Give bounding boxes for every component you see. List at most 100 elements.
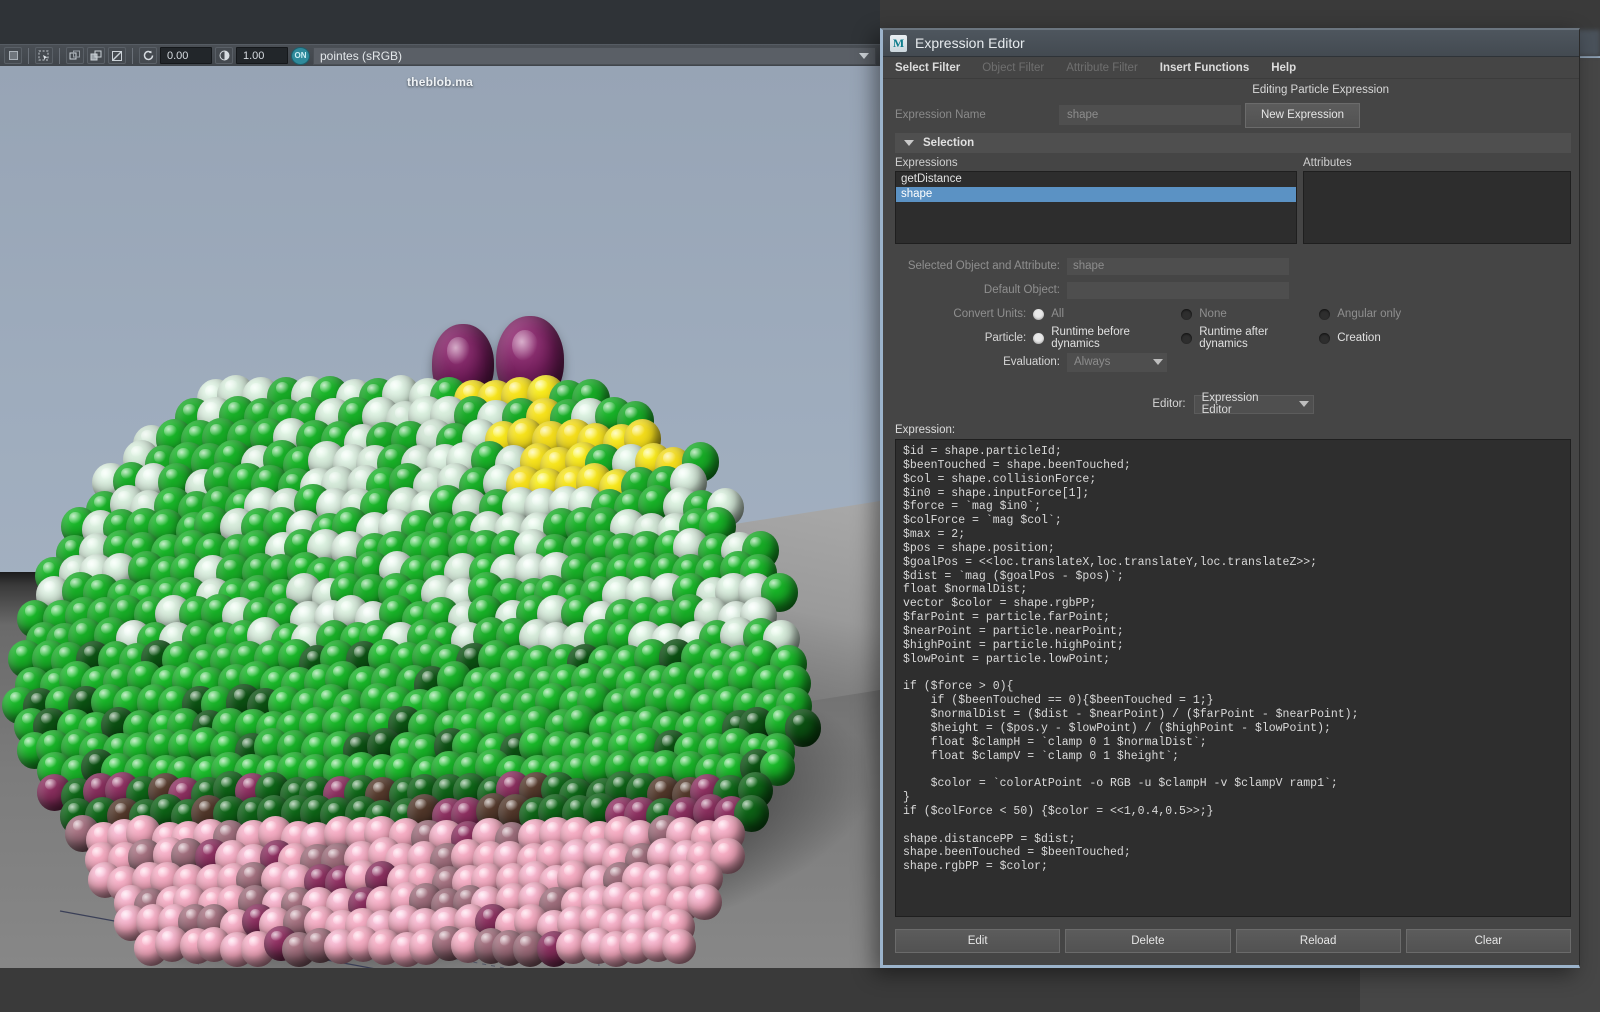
particle-label: Particle: — [984, 332, 1027, 344]
radio-convert-units-all[interactable]: All — [1033, 308, 1181, 320]
menu-help[interactable]: Help — [1271, 62, 1296, 74]
toolbar-separator — [59, 47, 60, 64]
snap-curve-icon[interactable] — [87, 47, 105, 64]
radio-dot-icon — [1033, 332, 1045, 344]
evaluation-row: Evaluation: Always — [895, 350, 1571, 374]
evaluation-dropdown[interactable]: Always — [1067, 352, 1167, 372]
radio-label: Angular only — [1337, 308, 1402, 320]
editor-label: Editor: — [1152, 398, 1186, 410]
color-management-badge[interactable]: ON — [291, 46, 310, 65]
expressions-column: Expressions getDistance shape — [895, 157, 1297, 244]
color-profile-dropdown[interactable]: pointes (sRGB) — [313, 46, 876, 65]
radio-convert-units-none[interactable]: None — [1181, 308, 1319, 320]
select-box-icon[interactable] — [4, 47, 22, 64]
snap-grid-icon[interactable] — [66, 47, 84, 64]
expression-code-editor[interactable]: $id = shape.particleId; $beenTouched = s… — [895, 439, 1571, 917]
maya-logo-icon: M — [890, 34, 907, 52]
radio-label: Creation — [1337, 332, 1381, 344]
dialog-heading-row: Editing Particle Expression — [883, 79, 1579, 101]
radio-runtime-after-dynamics[interactable]: Runtime after dynamics — [1181, 326, 1319, 350]
edit-button[interactable]: Edit — [895, 929, 1061, 953]
expression-code-text[interactable]: $id = shape.particleId; $beenTouched = s… — [903, 445, 1570, 874]
menu-insert-functions[interactable]: Insert Functions — [1160, 62, 1249, 74]
color-profile-label: pointes (sRGB) — [320, 48, 403, 63]
selected-object-field[interactable]: shape — [1067, 257, 1289, 275]
selected-object-row: Selected Object and Attribute: shape — [895, 254, 1571, 278]
expressions-label: Expressions — [895, 157, 958, 169]
radio-label: Runtime after dynamics — [1199, 326, 1269, 350]
radio-creation[interactable]: Creation — [1319, 332, 1381, 344]
radio-dot-icon — [1319, 332, 1331, 344]
attributes-column: Attributes — [1303, 157, 1571, 244]
window-titlebar[interactable]: M Expression Editor — [883, 30, 1579, 57]
list-item-shape[interactable]: shape — [896, 187, 1296, 202]
radio-dot-icon — [1181, 332, 1193, 344]
convert-units-radios[interactable]: All None Angular only — [1033, 308, 1571, 320]
convert-units-row: Convert Units: All None Angular only — [895, 302, 1571, 326]
delete-button[interactable]: Delete — [1065, 929, 1231, 953]
attributes-label: Attributes — [1303, 157, 1352, 169]
value-toggle-icon[interactable] — [215, 47, 233, 64]
toolbar-value-left[interactable]: 0.00 — [160, 47, 212, 64]
selection-section-header[interactable]: Selection — [895, 133, 1571, 153]
rotate-snap-icon[interactable] — [139, 47, 157, 64]
default-object-label: Default Object: — [983, 284, 1060, 296]
menu-attribute-filter: Attribute Filter — [1066, 61, 1138, 74]
particle-sphere — [687, 884, 722, 921]
radio-runtime-before-dynamics[interactable]: Runtime before dynamics — [1033, 326, 1181, 350]
radio-label: None — [1199, 308, 1227, 320]
selected-object-label: Selected Object and Attribute: — [907, 260, 1060, 272]
particle-sphere — [662, 928, 697, 965]
radio-dot-icon — [1181, 308, 1193, 320]
selection-lists: Expressions getDistance shape Attributes — [895, 157, 1571, 244]
expression-name-row: Expression Name shape New Expression — [883, 101, 1579, 129]
toolbar-separator — [28, 47, 29, 64]
radio-dot-icon — [1319, 308, 1331, 320]
editor-row: Editor: Expression Editor — [895, 392, 1571, 416]
maya-toolbar[interactable]: 0.00 1.00 ON pointes (sRGB) — [0, 44, 880, 66]
particle-blob — [0, 66, 880, 1012]
dialog-button-bar: Edit Delete Reload Clear — [895, 929, 1571, 955]
expression-settings-form: Selected Object and Attribute: shape Def… — [895, 254, 1571, 416]
particle-radios[interactable]: Runtime before dynamics Runtime after dy… — [1033, 326, 1571, 350]
maya-viewport[interactable]: theblob.ma — [0, 66, 880, 1012]
editor-value: Expression Editor — [1201, 392, 1259, 416]
menu-bar[interactable]: Select Filter Object Filter Attribute Fi… — [883, 57, 1579, 79]
radio-label: Runtime before dynamics — [1051, 326, 1130, 350]
toolbar-value-right[interactable]: 1.00 — [236, 47, 288, 64]
screen: 0.00 1.00 ON pointes (sRGB) theblob.ma M… — [0, 0, 1600, 1012]
snap-point-icon[interactable] — [108, 47, 126, 64]
default-object-field[interactable] — [1067, 281, 1289, 299]
chevron-down-icon — [904, 140, 914, 146]
attributes-listbox[interactable] — [1303, 171, 1571, 244]
menu-select-filter[interactable]: Select Filter — [895, 62, 960, 74]
radio-dot-icon — [1033, 308, 1045, 320]
clear-button[interactable]: Clear — [1405, 929, 1571, 953]
marquee-select-icon[interactable] — [35, 47, 53, 64]
selection-section-title: Selection — [923, 137, 975, 149]
maya-upper-strip — [0, 0, 880, 44]
convert-units-label: Convert Units: — [953, 308, 1027, 320]
list-item-getdistance[interactable]: getDistance — [896, 172, 1296, 187]
editor-dropdown[interactable]: Expression Editor — [1193, 392, 1314, 416]
reload-button[interactable]: Reload — [1235, 929, 1401, 953]
window-title: Expression Editor — [915, 35, 1025, 51]
maya-lower-strip — [0, 968, 1340, 1012]
evaluation-value: Always — [1074, 356, 1111, 368]
expression-name-field[interactable]: shape — [1059, 105, 1241, 125]
expression-editor-window[interactable]: M Expression Editor Select Filter Object… — [880, 28, 1580, 968]
radio-label: All — [1051, 308, 1065, 320]
expressions-listbox[interactable]: getDistance shape — [895, 171, 1297, 244]
expression-code-label: Expression: — [895, 424, 956, 436]
radio-convert-units-angular[interactable]: Angular only — [1319, 308, 1401, 320]
viewport-file-label: theblob.ma — [406, 75, 473, 89]
dialog-heading: Editing Particle Expression — [1252, 84, 1389, 96]
dialog-body: Editing Particle Expression Expression N… — [883, 79, 1579, 965]
new-expression-button[interactable]: New Expression — [1245, 102, 1360, 128]
toolbar-separator — [132, 47, 133, 64]
menu-object-filter: Object Filter — [982, 61, 1045, 74]
chevron-down-icon — [1153, 359, 1163, 365]
default-object-row: Default Object: — [895, 278, 1571, 302]
evaluation-label: Evaluation: — [1003, 356, 1060, 368]
chevron-down-icon — [1298, 401, 1309, 407]
